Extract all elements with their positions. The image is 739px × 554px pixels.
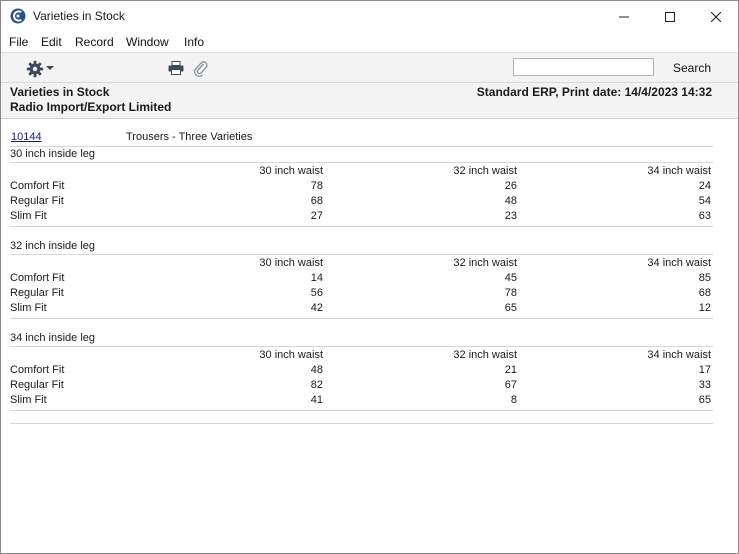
paperclip-icon[interactable] bbox=[194, 60, 208, 77]
column-header: 30 inch waist bbox=[259, 165, 323, 177]
quantity-cell: 78 bbox=[310, 180, 323, 192]
search-button[interactable]: Search bbox=[673, 61, 711, 75]
quantity-cell: 21 bbox=[504, 364, 517, 376]
quantity-cell: 45 bbox=[504, 272, 517, 284]
divider bbox=[10, 318, 713, 319]
menu-edit[interactable]: Edit bbox=[41, 35, 62, 49]
variety-section: 34 inch inside leg 30 inch waist 32 inch w… bbox=[10, 332, 713, 422]
menu-file[interactable]: File bbox=[9, 35, 28, 49]
quantity-cell: 14 bbox=[310, 272, 323, 284]
divider bbox=[10, 346, 713, 347]
app-logo-icon bbox=[10, 8, 26, 24]
quantity-cell: 33 bbox=[698, 379, 711, 391]
gear-icon[interactable] bbox=[26, 60, 44, 78]
maximize-button[interactable] bbox=[647, 1, 693, 32]
quantity-cell: 78 bbox=[504, 287, 517, 299]
quantity-cell: 82 bbox=[310, 379, 323, 391]
quantity-cell: 65 bbox=[504, 302, 517, 314]
row-label: Comfort Fit bbox=[10, 180, 65, 192]
variety-section: 32 inch inside leg 30 inch waist 32 inch w… bbox=[10, 240, 713, 330]
maximize-icon bbox=[665, 11, 675, 22]
close-icon bbox=[711, 11, 721, 22]
item-row: 10144 Trousers - Three Varieties bbox=[10, 131, 713, 147]
report-body: 10144 Trousers - Three Varieties 30 inch… bbox=[1, 119, 738, 553]
column-header: 32 inch waist bbox=[453, 349, 517, 361]
minimize-icon bbox=[619, 16, 629, 17]
window-title: Varieties in Stock bbox=[33, 9, 125, 23]
menu-record[interactable]: Record bbox=[75, 35, 114, 49]
quantity-cell: 24 bbox=[698, 180, 711, 192]
quantity-cell: 48 bbox=[310, 364, 323, 376]
report-window: Varieties in Stock File Edit Record Wind… bbox=[0, 0, 739, 554]
quantity-cell: 63 bbox=[698, 210, 711, 222]
quantity-cell: 42 bbox=[310, 302, 323, 314]
quantity-cell: 41 bbox=[310, 394, 323, 406]
quantity-cell: 65 bbox=[698, 394, 711, 406]
quantity-cell: 23 bbox=[504, 210, 517, 222]
row-label: Comfort Fit bbox=[10, 272, 65, 284]
toolbar: Search bbox=[1, 52, 738, 83]
search-input[interactable] bbox=[513, 58, 654, 76]
menu-bar: File Edit Record Window Info bbox=[1, 32, 738, 52]
title-bar: Varieties in Stock bbox=[1, 1, 738, 32]
section-title: 32 inch inside leg bbox=[10, 240, 96, 252]
company-name: Radio Import/Export Limited bbox=[10, 100, 172, 114]
quantity-cell: 27 bbox=[310, 210, 323, 222]
quantity-cell: 48 bbox=[504, 195, 517, 207]
section-title: 30 inch inside leg bbox=[10, 148, 96, 160]
quantity-cell: 12 bbox=[698, 302, 711, 314]
menu-window[interactable]: Window bbox=[126, 35, 169, 49]
column-header: 30 inch waist bbox=[259, 257, 323, 269]
close-button[interactable] bbox=[693, 1, 739, 32]
report-title: Varieties in Stock bbox=[10, 85, 110, 99]
divider bbox=[10, 146, 713, 147]
divider bbox=[10, 254, 713, 255]
column-header: 34 inch waist bbox=[647, 349, 711, 361]
menu-info[interactable]: Info bbox=[184, 35, 204, 49]
print-info: Standard ERP, Print date: 14/4/2023 14:3… bbox=[476, 85, 712, 99]
row-label: Slim Fit bbox=[10, 302, 47, 314]
quantity-cell: 68 bbox=[698, 287, 711, 299]
column-header: 32 inch waist bbox=[453, 165, 517, 177]
item-description: Trousers - Three Varieties bbox=[126, 131, 253, 143]
column-header: 32 inch waist bbox=[453, 257, 517, 269]
row-label: Regular Fit bbox=[10, 379, 64, 391]
row-label: Slim Fit bbox=[10, 210, 47, 222]
quantity-cell: 68 bbox=[310, 195, 323, 207]
column-header: 34 inch waist bbox=[647, 165, 711, 177]
printer-icon[interactable] bbox=[168, 61, 184, 75]
section-title: 34 inch inside leg bbox=[10, 332, 96, 344]
row-label: Regular Fit bbox=[10, 287, 64, 299]
row-label: Slim Fit bbox=[10, 394, 47, 406]
variety-section: 30 inch inside leg 30 inch waist 32 inch w… bbox=[10, 148, 713, 238]
column-header: 34 inch waist bbox=[647, 257, 711, 269]
quantity-cell: 17 bbox=[698, 364, 711, 376]
divider bbox=[10, 423, 713, 424]
row-label: Comfort Fit bbox=[10, 364, 65, 376]
quantity-cell: 8 bbox=[510, 394, 517, 406]
quantity-cell: 56 bbox=[310, 287, 323, 299]
chevron-down-icon[interactable] bbox=[46, 66, 54, 70]
quantity-cell: 26 bbox=[504, 180, 517, 192]
item-code-link[interactable]: 10144 bbox=[11, 131, 42, 143]
quantity-cell: 54 bbox=[698, 195, 711, 207]
quantity-cell: 85 bbox=[698, 272, 711, 284]
report-header: Varieties in Stock Radio Import/Export L… bbox=[1, 83, 738, 119]
divider bbox=[10, 162, 713, 163]
row-label: Regular Fit bbox=[10, 195, 64, 207]
column-header: 30 inch waist bbox=[259, 349, 323, 361]
divider bbox=[10, 410, 713, 411]
minimize-button[interactable] bbox=[601, 1, 647, 32]
divider bbox=[10, 226, 713, 227]
quantity-cell: 67 bbox=[504, 379, 517, 391]
